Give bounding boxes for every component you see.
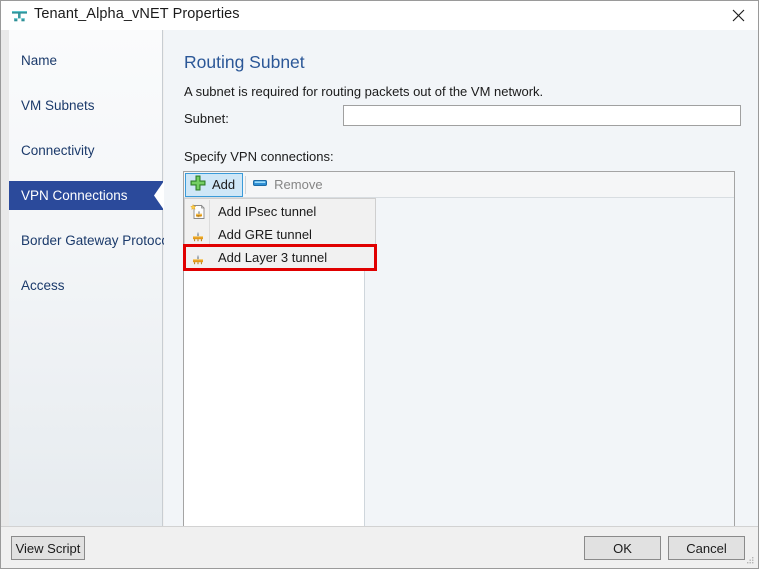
gateway-icon	[188, 250, 208, 266]
toolbar-separator	[245, 175, 247, 194]
content-pane: Routing Subnet A subnet is required for …	[164, 30, 758, 529]
sidebar-item-label: Name	[21, 53, 58, 68]
menu-item-label: Add GRE tunnel	[218, 227, 312, 242]
close-button[interactable]	[716, 1, 758, 30]
menu-item-label: Add Layer 3 tunnel	[218, 250, 328, 265]
left-gutter	[1, 30, 9, 526]
resize-grip-icon[interactable]	[743, 554, 755, 566]
menu-item-add-ipsec-tunnel[interactable]: Add IPsec tunnel	[185, 200, 375, 223]
sidebar-item-label: Connectivity	[21, 143, 95, 158]
new-tunnel-icon	[188, 203, 208, 220]
sidebar-item-access[interactable]: Access	[9, 271, 162, 300]
subnet-input[interactable]	[343, 105, 741, 126]
page-title: Routing Subnet	[184, 52, 305, 72]
sidebar-item-label: Border Gateway Protocol...	[21, 233, 184, 248]
sidebar: Name VM Subnets Connectivity VPN Connect…	[9, 30, 183, 526]
vnet-icon	[11, 8, 28, 24]
subnet-label: Subnet:	[184, 111, 229, 126]
sidebar-item-border-gateway-protocol[interactable]: Border Gateway Protocol...	[9, 226, 183, 255]
properties-dialog: Tenant_Alpha_vNET Properties Name VM Sub…	[0, 0, 759, 569]
sidebar-item-vm-subnets[interactable]: VM Subnets	[9, 91, 162, 120]
sidebar-item-label: VPN Connections	[21, 188, 128, 203]
sidebar-item-label: Access	[21, 278, 65, 293]
menu-item-label: Add IPsec tunnel	[218, 204, 317, 219]
gateway-icon	[188, 227, 208, 243]
vpn-connections-label: Specify VPN connections:	[184, 149, 334, 164]
green-plus-icon	[190, 175, 206, 194]
sidebar-item-vpn-connections[interactable]: VPN Connections	[9, 181, 164, 210]
selection-chevron-icon	[154, 181, 164, 210]
add-dropdown-menu: Add IPsec tunnel Add GRE tunnel Add Laye…	[183, 198, 377, 271]
menu-item-add-gre-tunnel[interactable]: Add GRE tunnel	[185, 223, 375, 246]
add-button[interactable]: Add	[185, 172, 244, 197]
blue-minus-icon	[252, 175, 268, 194]
dialog-footer: View Script OK Cancel	[1, 526, 758, 568]
page-description: A subnet is required for routing packets…	[184, 84, 544, 99]
sidebar-item-label: VM Subnets	[21, 98, 95, 113]
window-title: Tenant_Alpha_vNET Properties	[34, 6, 240, 22]
remove-button[interactable]: Remove	[248, 172, 329, 197]
view-script-button[interactable]: View Script	[11, 536, 85, 560]
sidebar-item-name[interactable]: Name	[9, 46, 162, 75]
add-button-label: Add	[212, 177, 236, 192]
vpn-connections-panel: Add Remove Add IPsec tunnel Add GRE tunn…	[183, 171, 735, 529]
title-bar: Tenant_Alpha_vNET Properties	[1, 1, 758, 30]
menu-item-add-layer-3-tunnel[interactable]: Add Layer 3 tunnel	[183, 244, 377, 271]
remove-button-label: Remove	[274, 177, 323, 192]
sidebar-item-connectivity[interactable]: Connectivity	[9, 136, 162, 165]
list-toolbar: Add Remove	[184, 172, 734, 198]
ok-button[interactable]: OK	[584, 536, 661, 560]
cancel-button[interactable]: Cancel	[668, 536, 745, 560]
